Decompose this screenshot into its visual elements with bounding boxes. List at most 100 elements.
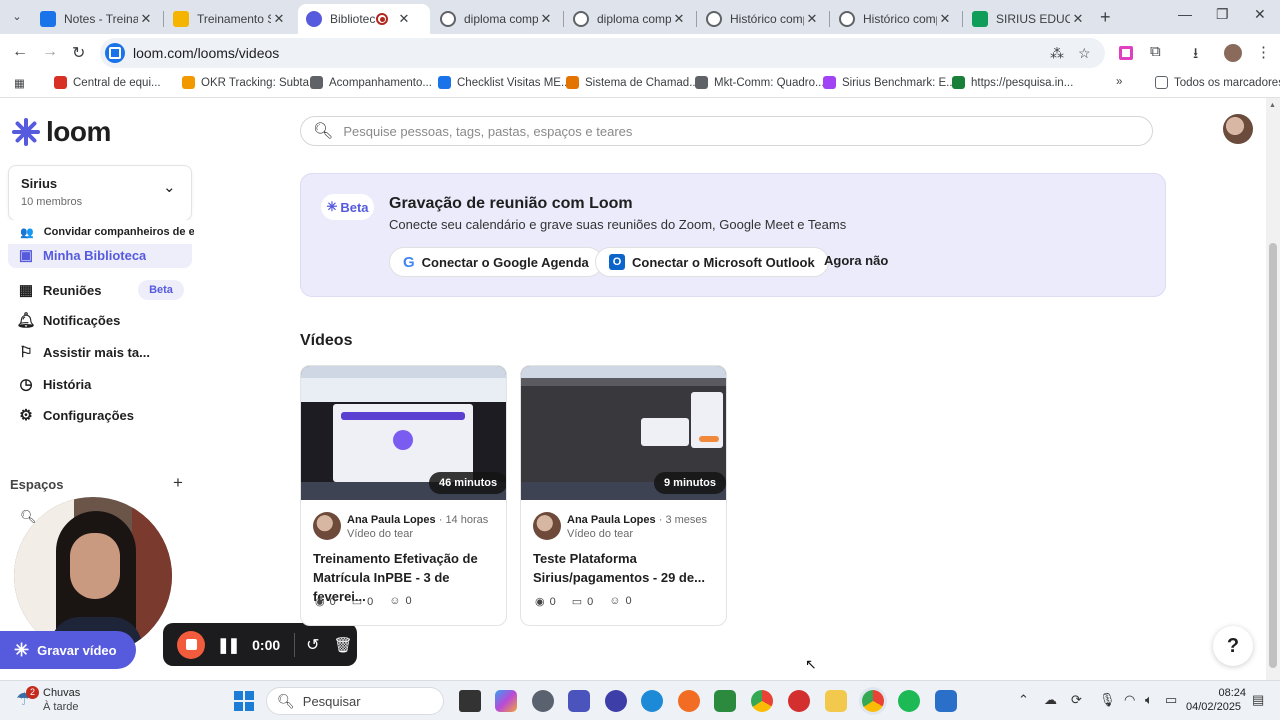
extension-loom-icon[interactable] [1119, 46, 1133, 60]
weather-condition[interactable]: Chuvas [43, 687, 80, 699]
volume-icon[interactable]: 🔈︎ [1145, 692, 1153, 708]
microphone-icon[interactable]: 🎙︎ [1099, 692, 1116, 708]
onedrive-icon[interactable]: ☁ [1044, 692, 1057, 708]
help-button[interactable]: ? [1213, 626, 1253, 666]
bookmark-item[interactable]: https://pesquisa.in... [952, 76, 1073, 89]
delete-recording-icon[interactable]: 🗑︎ [334, 636, 353, 654]
scrollbar-thumb[interactable] [1269, 243, 1277, 668]
profile-avatar[interactable] [1224, 44, 1242, 62]
app-icon[interactable] [788, 690, 810, 712]
record-video-button[interactable]: ✳ Gravar vídeo [0, 631, 136, 669]
scroll-up-icon[interactable]: ▲ [1269, 102, 1276, 109]
close-tab-icon[interactable]: ✕ [396, 11, 412, 27]
browser-tab-loom[interactable]: Biblioteca | Loom ✕ [298, 4, 430, 34]
battery-icon[interactable]: ▭ [1165, 692, 1177, 708]
add-space-icon[interactable]: + [173, 473, 183, 493]
extensions-puzzle-icon[interactable]: ⧉ [1150, 43, 1161, 60]
bookmark-item[interactable]: OKR Tracking: Subta... [182, 76, 319, 89]
apps-grid-icon[interactable]: ▦ [14, 76, 25, 90]
app-icon[interactable] [605, 690, 627, 712]
browser-tab-sirius[interactable]: SIRIUS EDUCACI ✕ [964, 4, 1094, 34]
page-scrollbar[interactable]: ▲ [1266, 98, 1280, 680]
close-tab-icon[interactable]: ✕ [937, 11, 953, 27]
bookmarks-overflow-icon[interactable]: » [1116, 76, 1122, 88]
workspace-switcher[interactable]: Sirius 10 membros ⌄ [8, 165, 192, 221]
notifications-icon[interactable]: ▤ [1252, 692, 1264, 708]
back-icon[interactable]: ← [12, 43, 28, 61]
bookmark-item[interactable]: Central de equi... [54, 76, 161, 89]
tab-search-chevron-icon[interactable]: ⌄ [6, 7, 28, 27]
restore-icon[interactable]: ❐ [1216, 6, 1229, 23]
tray-overflow-icon[interactable]: ⌃ [1018, 692, 1029, 708]
sidebar-item-library[interactable]: ▣ Minha Biblioteca [16, 244, 146, 266]
close-tab-icon[interactable]: ✕ [271, 11, 287, 27]
taskbar-search[interactable]: 🔍︎ Pesquisar [266, 687, 444, 715]
forward-icon[interactable]: → [42, 43, 58, 61]
notepad-icon[interactable] [935, 690, 957, 712]
bookmark-item[interactable]: Acompanhamento... [310, 76, 432, 89]
clock-time[interactable]: 08:24 [1218, 687, 1246, 699]
site-info-icon[interactable] [105, 43, 125, 63]
bookmark-item[interactable]: Mkt-Comm: Quadro... [695, 76, 825, 89]
file-explorer-icon[interactable] [825, 690, 847, 712]
sync-icon[interactable]: ⟳ [1071, 692, 1082, 708]
url-text[interactable]: loom.com/looms/videos [133, 45, 279, 61]
chrome-active-icon[interactable] [862, 690, 884, 712]
sidebar-item-settings[interactable]: ⚙ Configurações [16, 403, 134, 427]
firefox-icon[interactable] [678, 690, 700, 712]
restart-recording-icon[interactable]: ↺ [306, 635, 319, 655]
copilot-icon[interactable] [495, 690, 517, 712]
close-tab-icon[interactable]: ✕ [804, 11, 820, 27]
teams-icon[interactable] [568, 690, 590, 712]
dismiss-banner-button[interactable]: Agora não [824, 253, 888, 268]
video-thumbnail[interactable]: 9 minutos [521, 366, 726, 500]
new-tab-icon[interactable]: + [1100, 7, 1111, 28]
download-icon[interactable]: ⭳ [1193, 43, 1198, 68]
weather-period[interactable]: À tarde [43, 701, 78, 713]
browser-tab-treinamento[interactable]: Treinamento Sec ✕ [165, 4, 295, 34]
chrome-menu-icon[interactable]: ⋮ [1256, 43, 1271, 61]
search-input[interactable]: 🔍︎ Pesquise pessoas, tags, pastas, espaç… [300, 116, 1153, 146]
stop-recording-button[interactable] [177, 630, 205, 659]
spotify-icon[interactable] [898, 690, 920, 712]
windows-start-icon[interactable] [234, 691, 254, 711]
video-thumbnail[interactable]: 46 minutos [301, 366, 506, 500]
sidebar-item-watch-later[interactable]: ⚐ Assistir mais ta... [16, 340, 150, 364]
chrome-icon[interactable] [751, 690, 773, 712]
sidebar-item-history[interactable]: ◷ História [16, 372, 91, 396]
bookmark-item[interactable]: Sirius Benchmark: E... [823, 76, 956, 89]
translate-icon[interactable]: ⁂ [1050, 45, 1064, 62]
browser-tab-diploma-1[interactable]: diploma complet ✕ [432, 4, 562, 34]
loom-logo[interactable]: loom [12, 116, 111, 148]
close-tab-icon[interactable]: ✕ [1070, 11, 1086, 27]
task-view-icon[interactable] [459, 690, 481, 712]
browser-tab-diploma-2[interactable]: diploma complet ✕ [565, 4, 695, 34]
user-avatar[interactable] [1223, 114, 1253, 144]
sidebar-item-notifications[interactable]: 🔔︎ Notificações [16, 308, 120, 332]
browser-tab-notes[interactable]: Notes - Treinamento ✕ [32, 4, 162, 34]
settings-app-icon[interactable] [532, 690, 554, 712]
bookmark-star-icon[interactable]: ☆ [1078, 45, 1091, 62]
video-title[interactable]: Teste Plataforma Sirius/pagamentos - 29 … [533, 549, 719, 587]
minimize-icon[interactable]: — [1178, 6, 1192, 22]
video-card[interactable]: 9 minutos Ana Paula Lopes · 3 meses Víde… [520, 365, 727, 626]
app-icon[interactable] [714, 690, 736, 712]
connect-google-calendar-button[interactable]: G Conectar o Google Agenda [389, 247, 603, 277]
close-tab-icon[interactable]: ✕ [671, 11, 687, 27]
video-card[interactable]: 46 minutos Ana Paula Lopes · 14 horas Ví… [300, 365, 507, 626]
browser-tab-historico-2[interactable]: Histórico compl ✕ [831, 4, 961, 34]
bookmark-item[interactable]: Checklist Visitas ME... [438, 76, 571, 89]
pause-icon[interactable]: ❚❚ [217, 636, 240, 654]
connect-outlook-button[interactable]: O Conectar o Microsoft Outlook [595, 247, 829, 277]
reload-icon[interactable]: ↻ [72, 43, 85, 63]
edge-icon[interactable] [641, 690, 663, 712]
close-tab-icon[interactable]: ✕ [138, 11, 154, 27]
all-bookmarks[interactable]: Todos os marcadores [1155, 76, 1280, 89]
wifi-icon[interactable]: ◠ [1124, 692, 1135, 708]
close-window-icon[interactable]: ✕ [1254, 6, 1266, 23]
bookmark-item[interactable]: Sistema de Chamad... [566, 76, 699, 89]
close-tab-icon[interactable]: ✕ [538, 11, 554, 27]
clock-date[interactable]: 04/02/2025 [1186, 701, 1241, 713]
browser-tab-historico-1[interactable]: Histórico compl ✕ [698, 4, 828, 34]
address-bar[interactable]: loom.com/looms/videos ⁂ ☆ [100, 38, 1105, 68]
